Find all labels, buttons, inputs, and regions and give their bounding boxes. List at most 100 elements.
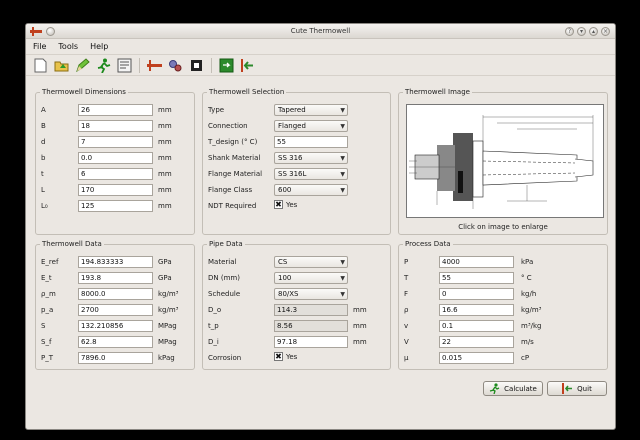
pt-input[interactable]: 7896.0	[78, 352, 153, 364]
pressure-input[interactable]: 4000	[439, 256, 514, 268]
dim-input-a[interactable]: 26	[78, 104, 153, 116]
pipe-label-material: Material	[208, 258, 237, 266]
tdata-label: p_a	[41, 306, 54, 314]
pa-input[interactable]: 2700	[78, 304, 153, 316]
flange-class-select[interactable]: 600 ▼	[274, 184, 348, 196]
pipe-label-di: D_i	[208, 338, 219, 346]
thermowell-image-group: Thermowell Image Click on image to enlar…	[398, 88, 608, 235]
thermowell-drawing[interactable]	[406, 104, 604, 218]
dim-unit: mm	[158, 186, 172, 194]
eref-input[interactable]: 194.833333	[78, 256, 153, 268]
save-icon[interactable]	[218, 57, 235, 74]
proc-unit: kPa	[521, 258, 534, 266]
dim-input-b-small[interactable]: 0.0	[78, 152, 153, 164]
process-data-group: Process Data P 4000 kPa T 55 ° C F 0 kg/h ρ 16.…	[398, 240, 608, 370]
specific-volume-input[interactable]: 0.1	[439, 320, 514, 332]
dim-unit: mm	[158, 106, 172, 114]
dim-input-l[interactable]: 170	[78, 184, 153, 196]
calculate-label: Calculate	[504, 384, 537, 393]
corrosion-value: Yes	[286, 352, 298, 361]
shank-material-select[interactable]: SS 316 ▼	[274, 152, 348, 164]
flange-material-select[interactable]: SS 316L ▼	[274, 168, 348, 180]
flow-input[interactable]: 0	[439, 288, 514, 300]
pipe-data-group: Pipe Data Material CS ▼ DN (mm) 100 ▼ Schedu…	[202, 240, 391, 370]
quit-button[interactable]: Quit	[547, 381, 607, 396]
ndt-label: NDT Required	[208, 202, 257, 210]
pipe-unit: mm	[353, 338, 367, 346]
group-title: Thermowell Selection	[207, 88, 287, 96]
pencil-icon[interactable]	[74, 57, 91, 74]
proc-unit: kg/h	[521, 290, 537, 298]
chevron-down-icon: ▼	[340, 187, 345, 194]
dim-label-d: d	[41, 138, 46, 146]
checkbox-mark-icon: ✖	[274, 352, 283, 361]
maximize-button[interactable]: ▴	[589, 27, 598, 36]
thermowell-icon[interactable]	[146, 57, 163, 74]
run-icon[interactable]	[95, 57, 112, 74]
dn-select[interactable]: 100 ▼	[274, 272, 348, 284]
type-select[interactable]: Tapered ▼	[274, 104, 348, 116]
pipe-material-select[interactable]: CS ▼	[274, 256, 348, 268]
run-icon	[489, 383, 500, 394]
report-icon[interactable]	[116, 57, 133, 74]
window-title: Cute Thermowell	[290, 27, 351, 35]
proc-label: V	[404, 338, 409, 346]
menu-tools[interactable]: Tools	[58, 42, 78, 51]
ndt-checkbox[interactable]: ✖ Yes	[274, 200, 297, 209]
connection-select[interactable]: Flanged ▼	[274, 120, 348, 132]
et-input[interactable]: 193.8	[78, 272, 153, 284]
dim-label-l0: L₀	[41, 202, 48, 210]
dim-label-t: t	[41, 170, 44, 178]
close-button[interactable]: ×	[601, 27, 610, 36]
quit-label: Quit	[577, 384, 592, 393]
chevron-down-icon: ▼	[340, 275, 345, 282]
proc-label: P	[404, 258, 409, 266]
tdesign-input[interactable]: 55	[274, 136, 348, 148]
group-title: Thermowell Data	[40, 240, 104, 248]
open-icon[interactable]	[53, 57, 70, 74]
sel-label-flange-class: Flange Class	[208, 186, 253, 194]
quit-icon[interactable]	[239, 57, 256, 74]
select-value: 100	[278, 274, 292, 282]
rho-m-input[interactable]: 8000.0	[78, 288, 153, 300]
minimize-button[interactable]: ▾	[577, 27, 586, 36]
tdata-unit: MPag	[158, 338, 177, 346]
group-title: Pipe Data	[207, 240, 245, 248]
chevron-down-icon: ▼	[340, 107, 345, 114]
schedule-select[interactable]: 80/XS ▼	[274, 288, 348, 300]
velocity-input[interactable]: 22	[439, 336, 514, 348]
sf-input[interactable]: 62.8	[78, 336, 153, 348]
dim-label-b: B	[41, 122, 46, 130]
dim-input-d[interactable]: 7	[78, 136, 153, 148]
calculate-button[interactable]: Calculate	[483, 381, 543, 396]
corrosion-label: Corrosion	[208, 354, 242, 362]
density-input[interactable]: 16.6	[439, 304, 514, 316]
thermowell-dimensions-group: Thermowell Dimensions A 26 mm B 18 mm d 7 mm b…	[35, 88, 195, 235]
checkbox-mark-icon: ✖	[274, 200, 283, 209]
help-title-button[interactable]: ?	[565, 27, 574, 36]
gears-icon[interactable]	[167, 57, 184, 74]
dim-unit: mm	[158, 138, 172, 146]
sel-label-type: Type	[208, 106, 225, 114]
menu-file[interactable]: File	[33, 42, 46, 51]
pipe-label-do: D_o	[208, 306, 222, 314]
corrosion-checkbox[interactable]: ✖ Yes	[274, 352, 297, 361]
sel-label-flange-material: Flange Material	[208, 170, 263, 178]
s-input[interactable]: 132.210856	[78, 320, 153, 332]
export-icon[interactable]	[188, 57, 205, 74]
proc-unit: kg/m³	[521, 306, 542, 314]
temperature-input[interactable]: 55	[439, 272, 514, 284]
menu-bar: File Tools Help	[26, 40, 615, 53]
quit-icon	[562, 383, 573, 394]
tdata-unit: kg/m³	[158, 306, 179, 314]
menu-help[interactable]: Help	[90, 42, 108, 51]
di-input[interactable]: 97.18	[274, 336, 348, 348]
dim-input-t[interactable]: 6	[78, 168, 153, 180]
dim-input-l0[interactable]: 125	[78, 200, 153, 212]
viscosity-input[interactable]: 0.015	[439, 352, 514, 364]
tdata-unit: GPa	[158, 274, 172, 282]
new-icon[interactable]	[32, 57, 49, 74]
group-title: Thermowell Dimensions	[40, 88, 128, 96]
dim-input-b[interactable]: 18	[78, 120, 153, 132]
select-value: SS 316	[278, 154, 303, 162]
